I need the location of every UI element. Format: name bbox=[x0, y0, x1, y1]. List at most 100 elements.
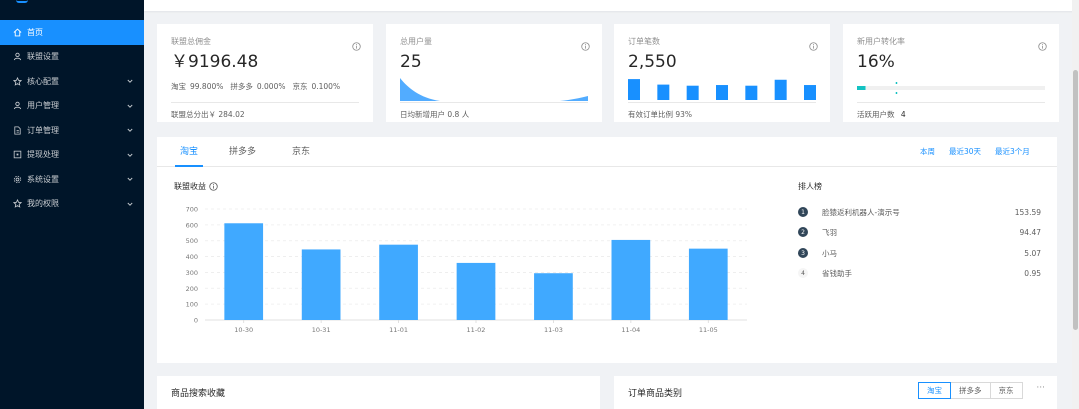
commission-card: 联盟总佣金 ￥9196.48 淘宝 99.800% 拼多多 0.000% 京东 0.1… bbox=[157, 24, 373, 122]
chevron-down-icon bbox=[126, 126, 134, 134]
split-taobao: 淘宝 99.800% bbox=[171, 82, 224, 91]
orders-value: 2,550 bbox=[628, 52, 677, 72]
y-tick-label: 500 bbox=[186, 237, 198, 245]
bar bbox=[224, 223, 264, 320]
orders-title: 订单笔数 bbox=[628, 37, 660, 46]
tab-pinduoduo[interactable]: 拼多多 bbox=[229, 137, 256, 167]
sidebar-item-label: 我的权限 bbox=[27, 199, 59, 209]
rank-badge: 1 bbox=[798, 207, 808, 217]
chart-title-group: 联盟收益 bbox=[174, 181, 218, 192]
x-tick-label: 11-02 bbox=[467, 326, 486, 334]
revenue-bar-chart: 0 100 200 300 400 500 600 700 10-30 10-31 11-01 11-… bbox=[186, 206, 747, 334]
x-tick-label: 11-03 bbox=[544, 326, 563, 334]
segment-jd[interactable]: 京东 bbox=[989, 382, 1023, 399]
sidebar-item[interactable]: 首页 bbox=[0, 20, 144, 45]
sidebar-item[interactable]: 提现处理 bbox=[0, 143, 144, 168]
x-tick-label: 10-30 bbox=[234, 326, 253, 334]
sidebar-item-label: 系统设置 bbox=[27, 174, 59, 184]
info-icon[interactable] bbox=[352, 36, 361, 51]
sidebar-menu: 首页联盟设置核心配置用户管理订单管理 提现处理系统设置我的权限 bbox=[0, 20, 144, 216]
range-last-3-months[interactable]: 最近3个月 bbox=[995, 137, 1030, 167]
y-tick-label: 700 bbox=[186, 206, 198, 214]
sidebar-item-label: 用户管理 bbox=[27, 101, 59, 111]
bar bbox=[611, 239, 651, 320]
mini-bar bbox=[716, 85, 728, 100]
users-area-right bbox=[560, 96, 588, 101]
info-icon[interactable] bbox=[1038, 36, 1047, 51]
chevron-down-icon bbox=[126, 175, 134, 183]
top-header bbox=[144, 0, 1079, 11]
home-icon bbox=[12, 27, 22, 37]
info-icon[interactable] bbox=[581, 36, 590, 51]
user-icon bbox=[12, 101, 22, 111]
logo bbox=[0, 0, 144, 20]
x-tick-label: 11-05 bbox=[699, 326, 718, 334]
info-icon[interactable] bbox=[809, 36, 818, 51]
scrollbar-thumb[interactable] bbox=[1073, 70, 1078, 330]
chevron-down-icon bbox=[126, 200, 134, 208]
sidebar-item[interactable]: 系统设置 bbox=[0, 167, 144, 192]
rank-name: 飞羽 bbox=[822, 227, 837, 237]
info-icon[interactable] bbox=[209, 182, 218, 191]
rank-badge: 3 bbox=[798, 248, 808, 258]
tab-taobao[interactable]: 淘宝 bbox=[175, 137, 203, 167]
split-jd: 京东 0.100% bbox=[292, 82, 341, 91]
sidebar-item[interactable]: 我的权限 bbox=[0, 192, 144, 217]
commission-title: 联盟总佣金 bbox=[171, 37, 211, 46]
sidebar: 首页联盟设置核心配置用户管理订单管理 提现处理系统设置我的权限 bbox=[0, 0, 144, 409]
y-tick-label: 200 bbox=[186, 285, 198, 293]
sidebar-item-label: 联盟设置 bbox=[27, 52, 59, 62]
wallet-icon bbox=[12, 150, 22, 160]
segment-pinduoduo[interactable]: 拼多多 bbox=[950, 382, 991, 399]
x-tick-label: 11-04 bbox=[621, 326, 640, 334]
mini-bar bbox=[686, 85, 699, 100]
platform-segmented: 淘宝 拼多多 京东 bbox=[918, 382, 1023, 399]
bar bbox=[379, 244, 418, 320]
rank-value: 0.95 bbox=[1024, 268, 1041, 278]
page-scrollbar[interactable] bbox=[1072, 0, 1079, 409]
rank-value: 94.47 bbox=[1019, 227, 1041, 237]
mini-bar bbox=[804, 85, 816, 100]
y-tick-label: 400 bbox=[186, 253, 198, 261]
range-last-30-days[interactable]: 最近30天 bbox=[949, 137, 981, 167]
conversion-footer: 活跃用户数 4 bbox=[857, 102, 1045, 120]
order-category-title: 订单商品类别 bbox=[628, 389, 683, 399]
active-users-label: 活跃用户数 bbox=[857, 110, 895, 119]
y-tick-label: 600 bbox=[186, 221, 198, 229]
ranking-row: 2 飞羽 94.47 bbox=[798, 222, 1041, 242]
gear-icon bbox=[12, 174, 22, 184]
search-favorites-title: 商品搜索收藏 bbox=[171, 389, 226, 399]
sidebar-item[interactable]: 订单管理 bbox=[0, 118, 144, 143]
more-icon[interactable]: ··· bbox=[1036, 383, 1045, 393]
conversion-value: 16% bbox=[857, 52, 895, 72]
sidebar-item[interactable]: 联盟设置 bbox=[0, 45, 144, 70]
sidebar-item[interactable]: 核心配置 bbox=[0, 69, 144, 94]
user-icon bbox=[12, 52, 22, 62]
bar bbox=[534, 273, 573, 320]
rank-name: 省钱助手 bbox=[822, 268, 852, 278]
progress-fill bbox=[857, 86, 866, 90]
tab-jd[interactable]: 京东 bbox=[292, 137, 310, 167]
chart-title: 联盟收益 bbox=[174, 182, 206, 191]
split-pinduoduo: 拼多多 0.000% bbox=[230, 82, 286, 91]
range-this-week[interactable]: 本周 bbox=[920, 137, 935, 167]
orders-card: 订单笔数 2,550 有效订单比例 93% bbox=[614, 24, 830, 122]
mini-bar bbox=[774, 79, 787, 100]
segment-taobao[interactable]: 淘宝 bbox=[918, 382, 951, 399]
order-category-card: 订单商品类别 淘宝 拼多多 京东 ··· bbox=[614, 376, 1057, 409]
sidebar-item[interactable]: 用户管理 bbox=[0, 94, 144, 119]
commission-footer: 联盟总分出￥ 284.02 bbox=[171, 102, 359, 120]
users-card: 总用户量 25 日均新增用户 0.8 人 bbox=[386, 24, 602, 122]
conversion-card: 新用户转化率 16% 活跃用户数 4 bbox=[843, 24, 1059, 122]
bar bbox=[301, 249, 341, 320]
ranking-row: 3 小马 5.07 bbox=[798, 243, 1041, 263]
ranking-title: 排人榜 bbox=[798, 182, 822, 191]
y-tick-label: 100 bbox=[186, 301, 198, 309]
chevron-down-icon bbox=[126, 77, 134, 85]
users-area-left bbox=[400, 78, 440, 101]
commission-split: 淘宝 99.800% 拼多多 0.000% 京东 0.100% bbox=[171, 81, 359, 92]
progress-track bbox=[857, 86, 1045, 90]
orders-footer: 有效订单比例 93% bbox=[628, 102, 816, 120]
users-value: 25 bbox=[400, 52, 422, 72]
conversion-title: 新用户转化率 bbox=[857, 37, 905, 46]
